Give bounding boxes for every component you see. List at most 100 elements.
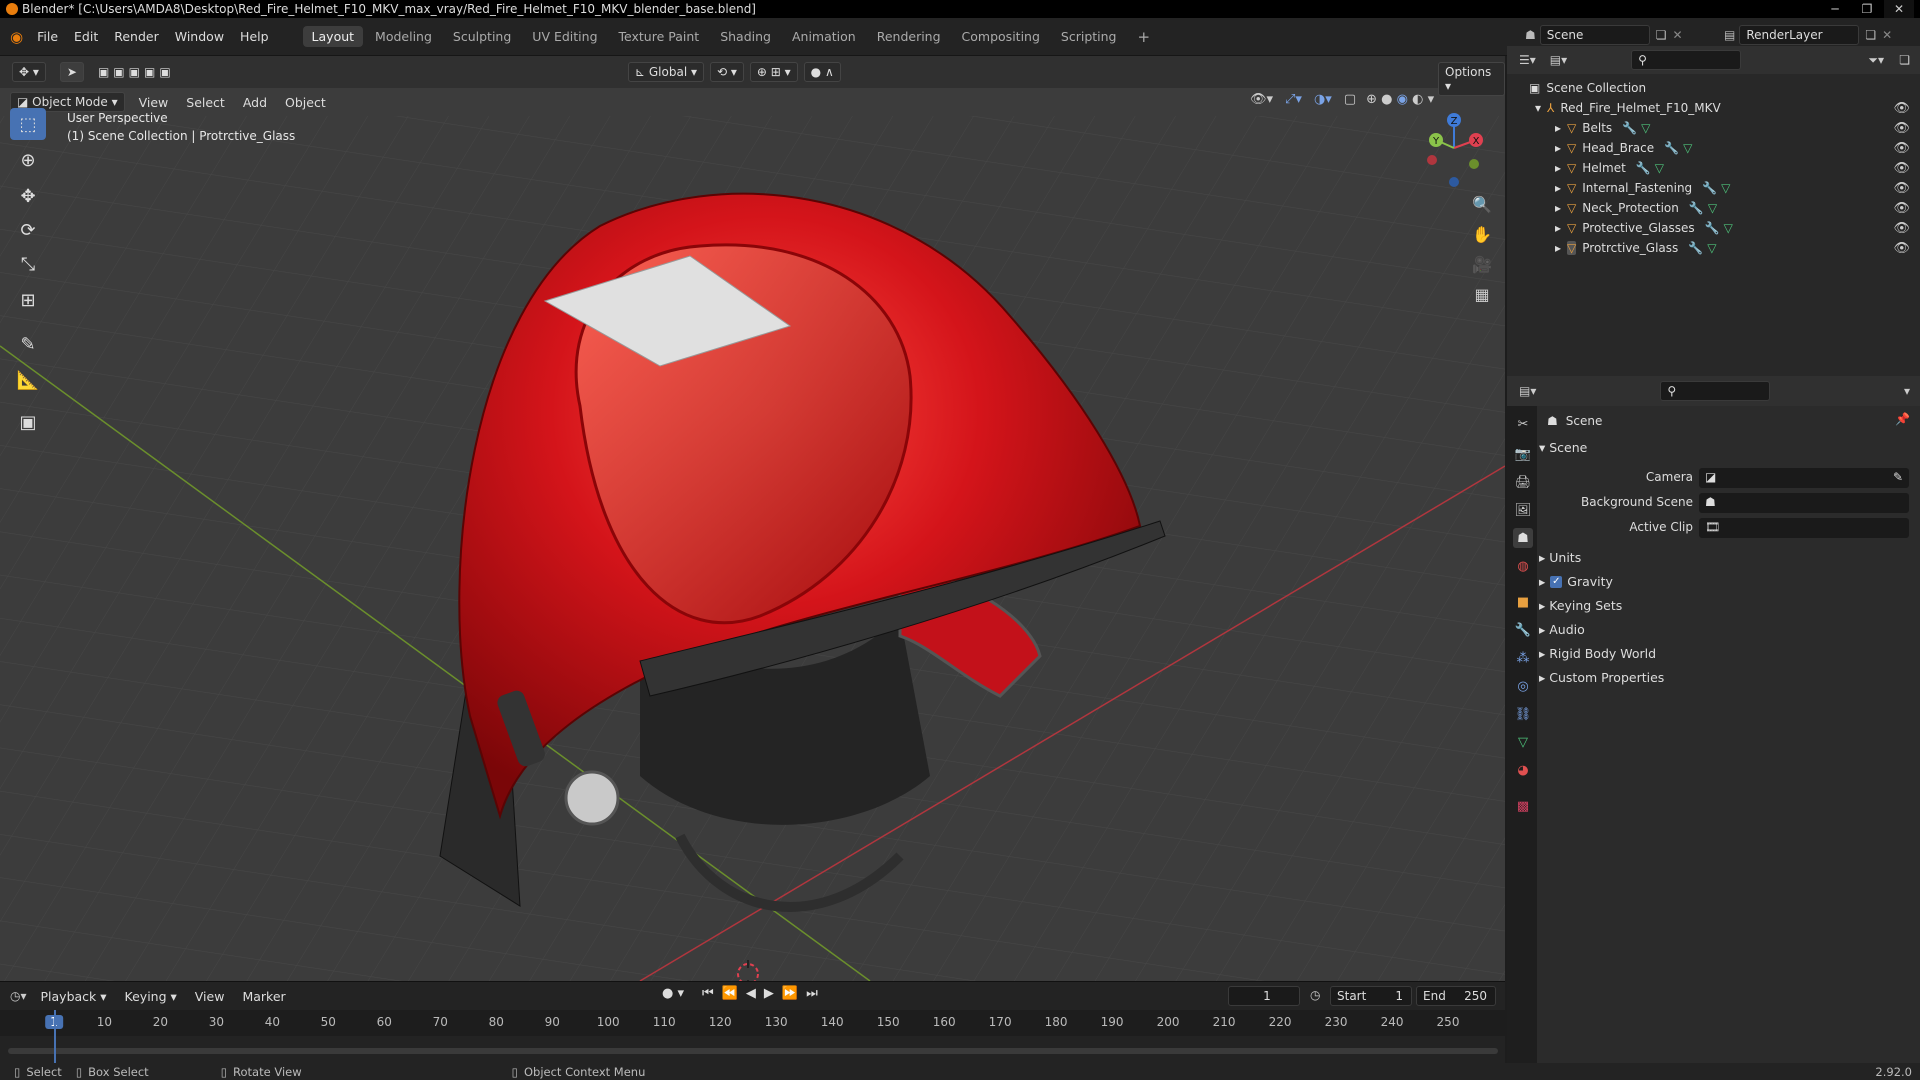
menu-edit[interactable]: Edit xyxy=(74,29,98,44)
maximize-button[interactable]: ❐ xyxy=(1852,0,1882,18)
eyedropper-icon[interactable]: ✎ xyxy=(1893,470,1903,484)
outliner-item-neck-protection[interactable]: ▸ ▽ Neck_Protection 🔧 ▽ 👁 xyxy=(1507,198,1920,218)
mesh-data-icon[interactable]: ▽ xyxy=(1641,121,1650,135)
camera-field[interactable]: ◪ ✎ xyxy=(1699,468,1909,488)
editor-type-dropdown[interactable]: ✥ ▾ xyxy=(12,62,46,82)
select-tool-icon[interactable]: ➤ xyxy=(59,62,84,82)
transform-orientation-dropdown[interactable]: ⊾ Global ▾ xyxy=(628,62,704,82)
menu-render[interactable]: Render xyxy=(114,29,159,44)
tool-transform[interactable]: ⊞ xyxy=(10,284,46,316)
modifier-icon[interactable]: 🔧 xyxy=(1705,221,1720,235)
timeline-menu-view[interactable]: View xyxy=(195,989,225,1004)
pin-icon[interactable]: 📌 xyxy=(1895,412,1910,426)
visibility-eye-icon[interactable]: 👁 xyxy=(1893,201,1910,216)
pivot-point-dropdown[interactable]: ⟲ ▾ xyxy=(710,62,744,82)
viewport-menu-object[interactable]: Object xyxy=(285,95,326,110)
new-collection-icon[interactable]: ❏ xyxy=(1899,53,1910,67)
tool-cursor[interactable]: ⊕ xyxy=(10,144,46,176)
expand-arrow-icon[interactable]: ▸ xyxy=(1555,141,1561,155)
custom-properties-section[interactable]: ▸ Custom Properties xyxy=(1539,670,1664,685)
overlay-toggle-icon[interactable]: ◑▾ xyxy=(1314,92,1332,107)
delete-scene-icon[interactable]: ✕ xyxy=(1673,28,1683,42)
collapse-arrow-icon[interactable]: ▾ xyxy=(1535,101,1541,115)
navigation-gizmo[interactable]: Z X Y xyxy=(1410,108,1490,188)
modifier-icon[interactable]: 🔧 xyxy=(1622,121,1637,135)
scene-icon[interactable]: ☗ xyxy=(1525,28,1536,42)
active-clip-field[interactable]: 🎞 xyxy=(1699,518,1909,538)
renderlayer-icon[interactable]: ▤ xyxy=(1724,28,1735,42)
jump-start-icon[interactable]: ⏮ xyxy=(702,986,714,1001)
scene-section-header[interactable]: ▾ Scene xyxy=(1539,440,1587,455)
display-mode-icon[interactable]: ▤▾ xyxy=(1550,53,1567,67)
visibility-eye-icon[interactable]: 👁 xyxy=(1893,101,1910,116)
tab-scripting[interactable]: Scripting xyxy=(1052,26,1126,47)
new-scene-icon[interactable]: ❏ xyxy=(1656,28,1667,42)
tab-texture-paint[interactable]: Texture Paint xyxy=(610,26,709,47)
playhead-line[interactable] xyxy=(54,1010,56,1064)
expand-arrow-icon[interactable]: ▸ xyxy=(1555,181,1561,195)
xray-toggle-icon[interactable]: ▢ xyxy=(1344,92,1356,107)
expand-arrow-icon[interactable]: ▸ xyxy=(1555,201,1561,215)
tab-rendering[interactable]: Rendering xyxy=(868,26,950,47)
timeline-editor-type-icon[interactable]: ◷▾ xyxy=(10,989,27,1003)
menu-window[interactable]: Window xyxy=(175,29,224,44)
output-tab-icon[interactable]: 🖨 xyxy=(1513,472,1533,492)
tab-uv-editing[interactable]: UV Editing xyxy=(523,26,606,47)
properties-options-icon[interactable]: ▾ xyxy=(1904,384,1910,398)
outliner-scene-collection[interactable]: ▣ Scene Collection xyxy=(1507,78,1920,98)
add-workspace-button[interactable]: + xyxy=(1129,25,1160,49)
tool-scale[interactable]: ⤡ xyxy=(10,248,46,280)
start-frame-field[interactable]: Start 1 xyxy=(1330,986,1412,1006)
proportional-editing-toggle[interactable]: ● ∧ xyxy=(803,62,841,82)
modifier-icon[interactable]: 🔧 xyxy=(1688,241,1703,255)
viewport-menu-view[interactable]: View xyxy=(139,95,169,110)
zoom-view-icon[interactable]: 🔍 xyxy=(1468,190,1496,218)
pan-view-icon[interactable]: ✋ xyxy=(1468,220,1496,248)
material-tab-icon[interactable]: ◕ xyxy=(1513,760,1533,780)
tool-annotate[interactable]: ✎ xyxy=(10,328,46,360)
prev-keyframe-icon[interactable]: ⏪ xyxy=(722,986,738,1001)
visibility-eye-icon[interactable]: 👁 xyxy=(1893,181,1910,196)
tool-add-cube[interactable]: ▣ xyxy=(10,406,46,438)
visibility-eye-icon[interactable]: 👁 xyxy=(1893,121,1910,136)
end-frame-field[interactable]: End 250 xyxy=(1416,986,1496,1006)
3d-viewport[interactable]: ✥ ▾ ➤ ▣▣▣▣▣ ⊾ Global ▾ ⟲ ▾ ⊕ ⊞ ▾ ● ∧ Opt… xyxy=(0,56,1505,981)
shading-mode-icons[interactable]: ⊕ ● ◉ ◐ ▾ xyxy=(1366,92,1434,107)
data-tab-icon[interactable]: ▽ xyxy=(1513,732,1533,752)
physics-tab-icon[interactable]: ◎ xyxy=(1513,676,1533,696)
background-scene-field[interactable]: ☗ xyxy=(1699,493,1909,513)
outliner-item-head-brace[interactable]: ▸ ▽ Head_Brace 🔧 ▽ 👁 xyxy=(1507,138,1920,158)
visibility-eye-icon[interactable]: 👁 xyxy=(1893,141,1910,156)
mesh-data-icon[interactable]: ▽ xyxy=(1707,241,1716,255)
mesh-data-icon[interactable]: ▽ xyxy=(1721,181,1730,195)
tool-move[interactable]: ✥ xyxy=(10,180,46,212)
tab-sculpting[interactable]: Sculpting xyxy=(444,26,520,47)
snap-toggle[interactable]: ⊕ ⊞ ▾ xyxy=(749,62,798,82)
outliner-item-protective-glasses[interactable]: ▸ ▽ Protective_Glasses 🔧 ▽ 👁 xyxy=(1507,218,1920,238)
visibility-eye-icon[interactable]: 👁 xyxy=(1893,161,1910,176)
gravity-checkbox[interactable]: ✓ xyxy=(1550,575,1563,588)
expand-arrow-icon[interactable]: ▸ xyxy=(1555,241,1561,255)
play-icon[interactable]: ▶ xyxy=(764,986,774,1001)
new-renderlayer-icon[interactable]: ❏ xyxy=(1865,28,1876,42)
ortho-toggle-icon[interactable]: ▦ xyxy=(1468,280,1496,308)
outliner-item-protrctive-glass[interactable]: ▸ ▽ Protrctive_Glass 🔧 ▽ 👁 xyxy=(1507,238,1920,258)
gravity-section[interactable]: ▸ ✓ Gravity xyxy=(1539,574,1613,589)
tool-tab-icon[interactable]: ✂ xyxy=(1513,414,1533,434)
camera-view-icon[interactable]: 🎥 xyxy=(1468,250,1496,278)
modifier-icon[interactable]: 🔧 xyxy=(1664,141,1679,155)
properties-search-input[interactable]: ⚲ xyxy=(1660,381,1771,401)
timeline-track-area[interactable] xyxy=(0,1036,1505,1064)
visibility-icon[interactable]: 👁▾ xyxy=(1250,92,1273,107)
visibility-eye-icon[interactable]: 👁 xyxy=(1893,241,1910,256)
outliner-search-input[interactable]: ⚲ xyxy=(1631,50,1742,70)
blender-menu-icon[interactable]: ◉ xyxy=(10,28,23,46)
constraints-tab-icon[interactable]: ⛓ xyxy=(1513,704,1533,724)
timeline-scrollbar[interactable] xyxy=(8,1048,1498,1054)
menu-help[interactable]: Help xyxy=(240,29,269,44)
view-layer-tab-icon[interactable]: 🖼 xyxy=(1513,500,1533,520)
jump-end-icon[interactable]: ⏭ xyxy=(806,986,818,1001)
particles-tab-icon[interactable]: ⁂ xyxy=(1513,648,1533,668)
mesh-data-icon[interactable]: ▽ xyxy=(1655,161,1664,175)
mesh-data-icon[interactable]: ▽ xyxy=(1724,221,1733,235)
